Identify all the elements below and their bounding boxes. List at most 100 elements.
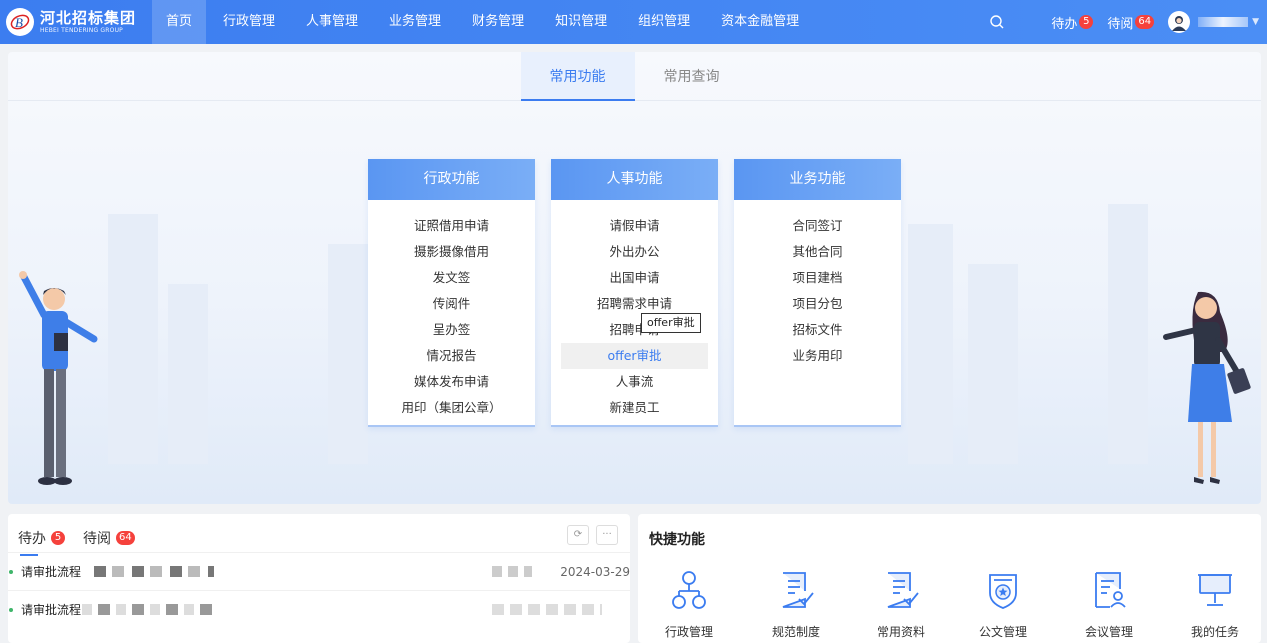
card-link[interactable]: 情况报告 [368, 343, 535, 369]
quick-item-label: 会议管理 [1084, 625, 1133, 639]
card-link[interactable]: 其他合同 [734, 239, 901, 265]
company-logo[interactable]: B 河北招标集团 HEBEI TENDERING GROUP [6, 6, 146, 38]
tab-common-functions[interactable]: 常用功能 [520, 52, 635, 101]
redacted-text [94, 566, 214, 577]
todo-panel: 待办 5 待阅 64 ⟳ ··· 请审批流程 2024-03-29 请审批流程 [8, 514, 630, 643]
quick-item-label: 规范制度 [771, 625, 820, 639]
redacted-text [492, 566, 532, 577]
card-link[interactable]: 请假申请 [551, 213, 718, 239]
skyline-building [108, 214, 158, 464]
quick-document-management[interactable]: 公文管理 [968, 569, 1038, 640]
card-link[interactable]: 摄影摄像借用 [368, 239, 535, 265]
header-todo-badge: 5 [1079, 15, 1094, 29]
todo-row[interactable]: 请审批流程 [8, 590, 630, 628]
search-icon[interactable] [989, 14, 1005, 30]
card-link[interactable]: 新建员工 [551, 395, 718, 421]
nav-organization[interactable]: 组织管理 [624, 0, 704, 44]
card-link[interactable]: 呈办签 [368, 317, 535, 343]
card-link[interactable]: 招标文件 [734, 317, 901, 343]
function-hero-panel: 常用功能 常用查询 行政功能 证照借用申请 摄影摄像借用 发文签 传阅件 呈办签… [8, 52, 1261, 504]
quick-meeting-management[interactable]: 会议管理 [1074, 569, 1144, 640]
skyline-building [168, 284, 208, 464]
card-admin-functions: 行政功能 证照借用申请 摄影摄像借用 发文签 传阅件 呈办签 情况报告 媒体发布… [368, 159, 535, 427]
document-check-icon [887, 572, 919, 608]
quick-item-label: 常用资料 [876, 625, 925, 639]
skyline-building [328, 244, 368, 464]
quick-regulations[interactable]: 规范制度 [761, 569, 831, 640]
presentation-board-icon [1198, 574, 1232, 606]
refresh-icon[interactable]: ⟳ [567, 525, 589, 545]
woman-illustration-icon [1163, 291, 1251, 484]
status-dot-icon [9, 607, 13, 612]
card-link[interactable]: 出国申请 [551, 265, 718, 291]
nav-capital-finance[interactable]: 资本金融管理 [707, 0, 813, 44]
quick-item-label: 公文管理 [978, 625, 1027, 639]
offer-approval-tooltip: offer审批 [641, 313, 701, 333]
todo-row-date: 2024-03-29 [560, 564, 630, 579]
quick-functions-panel: 快捷功能 行政管理 规范制度 常用资料 公文管理 会议管理 我的任务 [638, 514, 1261, 643]
quick-common-materials[interactable]: 常用资料 [866, 569, 936, 640]
more-icon[interactable]: ··· [596, 525, 618, 545]
card-link[interactable]: 合同签订 [734, 213, 901, 239]
function-tabs: 常用功能 常用查询 [8, 52, 1261, 101]
todo-tab-badge: 64 [116, 531, 135, 545]
nav-business[interactable]: 业务管理 [375, 0, 455, 44]
header-todo-link[interactable]: 待办 5 [1051, 13, 1094, 32]
todo-tab-label: 待办 [18, 531, 46, 547]
card-title: 人事功能 [551, 159, 718, 200]
todo-row-title: 请审批流程 [21, 565, 82, 579]
main-nav: 首页 行政管理 人事管理 业务管理 财务管理 知识管理 组织管理 资本金融管理 [152, 0, 816, 44]
card-link[interactable]: 项目分包 [734, 291, 901, 317]
card-link[interactable]: 发文签 [368, 265, 535, 291]
document-check-icon [782, 572, 814, 608]
shield-star-icon [989, 574, 1017, 609]
card-link[interactable]: 业务用印 [734, 343, 901, 369]
todo-tab-badge: 5 [51, 531, 65, 545]
card-title: 业务功能 [734, 159, 901, 200]
username-blurred[interactable] [1198, 17, 1249, 27]
nav-home[interactable]: 首页 [152, 0, 207, 44]
function-cards: 行政功能 证照借用申请 摄影摄像借用 发文签 传阅件 呈办签 情况报告 媒体发布… [368, 159, 917, 427]
quick-item-label: 行政管理 [664, 625, 713, 639]
chevron-down-icon[interactable]: ▼ [1252, 17, 1259, 27]
header-toread-label: 待阅 [1107, 16, 1134, 32]
quick-item-label: 我的任务 [1190, 625, 1239, 639]
nav-finance[interactable]: 财务管理 [458, 0, 538, 44]
quick-functions-title: 快捷功能 [649, 532, 705, 548]
nav-knowledge[interactable]: 知识管理 [541, 0, 621, 44]
card-link-offer-approval[interactable]: offer审批 [561, 343, 708, 369]
todo-tab-label: 待阅 [83, 531, 111, 547]
nav-hr[interactable]: 人事管理 [292, 0, 372, 44]
header-toread-badge: 64 [1135, 15, 1155, 29]
card-link[interactable]: 传阅件 [368, 291, 535, 317]
todo-row[interactable]: 请审批流程 2024-03-29 [8, 552, 630, 590]
svg-text:B: B [15, 15, 23, 30]
nav-admin[interactable]: 行政管理 [209, 0, 289, 44]
card-title: 行政功能 [368, 159, 535, 200]
card-link[interactable]: 用印（集团公章） [368, 395, 535, 421]
status-dot-icon [9, 569, 13, 574]
quick-my-tasks[interactable]: 我的任务 [1180, 569, 1250, 640]
card-link[interactable]: 证照借用申请 [368, 213, 535, 239]
avatar-icon[interactable] [1168, 11, 1191, 33]
logo-title: 河北招标集团 [40, 8, 137, 27]
card-link[interactable]: 人事流 [551, 369, 718, 395]
man-illustration-icon [19, 271, 98, 485]
document-person-icon [1095, 572, 1126, 608]
skyline-building [1108, 204, 1148, 464]
header-todo-label: 待办 [1051, 16, 1078, 32]
org-chart-icon [672, 571, 706, 609]
card-link[interactable]: 外出办公 [551, 239, 718, 265]
redacted-text [492, 604, 602, 615]
card-link[interactable]: 媒体发布申请 [368, 369, 535, 395]
card-link[interactable]: 项目建档 [734, 265, 901, 291]
todo-row-title: 请审批流程 [21, 603, 82, 617]
redacted-text [82, 604, 212, 615]
card-hr-functions: 人事功能 请假申请 外出办公 出国申请 招聘需求申请 招聘申请 offer审批 … [551, 159, 718, 427]
tab-common-queries[interactable]: 常用查询 [635, 52, 749, 101]
quick-admin-management[interactable]: 行政管理 [654, 569, 724, 640]
header-toread-link[interactable]: 待阅 64 [1107, 13, 1155, 32]
top-navigation-bar: B 河北招标集团 HEBEI TENDERING GROUP 首页 行政管理 人… [0, 0, 1267, 44]
card-business-functions: 业务功能 合同签订 其他合同 项目建档 项目分包 招标文件 业务用印 [734, 159, 901, 427]
logo-subtitle: HEBEI TENDERING GROUP [40, 26, 123, 34]
